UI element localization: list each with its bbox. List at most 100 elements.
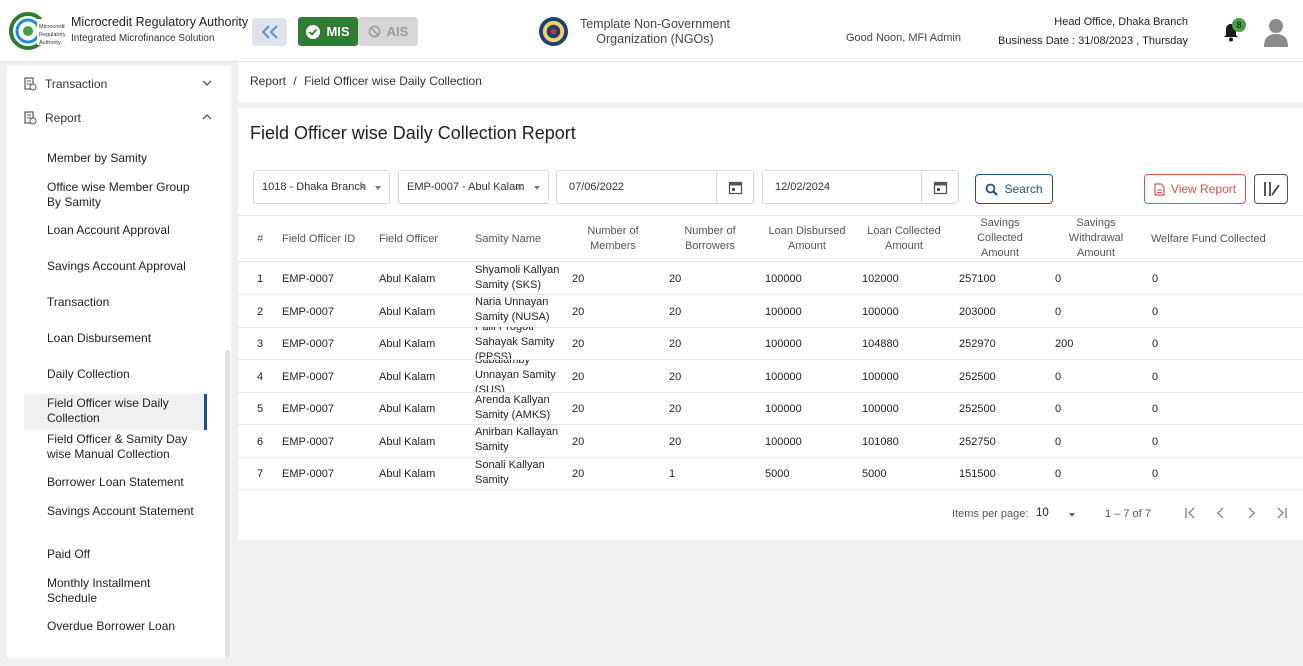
savings-withdrawal: 0 xyxy=(1055,436,1062,448)
sidebar-item-field-officer-wise-daily-collection[interactable]: Field Officer wise Daily Collection xyxy=(47,396,199,426)
sidebar-item-savings-account-approval[interactable]: Savings Account Approval xyxy=(47,259,199,274)
members-count: 20 xyxy=(572,338,585,350)
samity-name: Arenda Kallyan Samity (AMKS) xyxy=(475,394,551,421)
dropdown-arrow-icon xyxy=(534,186,540,190)
sidebar-item-daily-collection[interactable]: Daily Collection xyxy=(47,367,199,382)
clear-icon[interactable]: × xyxy=(359,180,366,194)
welfare-fund: 0 xyxy=(1152,338,1159,350)
to-date-field[interactable]: 12/02/2024 xyxy=(762,170,959,204)
chevron-right-icon xyxy=(1248,507,1255,519)
table-row[interactable]: 1 EMP-0007 Abul Kalam Shyamoli Kallyan S… xyxy=(238,262,1303,295)
pdf-icon xyxy=(1154,182,1165,196)
table-row[interactable]: 4 EMP-0007 Abul Kalam Sabalamby Unnayan … xyxy=(238,360,1303,393)
sidebar-group-report[interactable]: Report xyxy=(23,107,213,129)
user-avatar-icon[interactable] xyxy=(1263,17,1289,47)
sidebar-item-transaction[interactable]: Transaction xyxy=(47,295,199,310)
to-date-calendar-button[interactable] xyxy=(921,171,958,203)
savings-collected: 151500 xyxy=(959,468,996,480)
sidebar-item-monthly-installment-schedule[interactable]: Monthly Installment Schedule xyxy=(47,576,199,606)
breadcrumb-parent-link[interactable]: Report xyxy=(250,74,286,88)
loan-collected: 100000 xyxy=(862,371,899,383)
table-row[interactable]: 7 EMP-0007 Abul Kalam Sonali Kallyan Sam… xyxy=(238,457,1303,490)
column-header[interactable]: Field Officer ID xyxy=(282,232,355,247)
mis-toggle-button[interactable]: MIS xyxy=(298,17,358,46)
savings-collected: 252970 xyxy=(959,338,996,350)
sidebar-item-loan-account-approval[interactable]: Loan Account Approval xyxy=(47,223,199,238)
sidebar-group-transaction[interactable]: Transaction xyxy=(23,73,213,95)
sidebar-item-loan-disbursement[interactable]: Loan Disbursement xyxy=(47,331,199,346)
field-officer-name: Abul Kalam xyxy=(379,306,436,318)
samity-name: Sabalamby Unnayan Samity (SUS) xyxy=(475,360,556,393)
sidebar-scrollbar[interactable] xyxy=(225,350,230,658)
column-header[interactable]: Savings Collected Amount xyxy=(964,216,1036,261)
search-button[interactable]: Search xyxy=(975,174,1053,204)
welfare-fund: 0 xyxy=(1152,306,1159,318)
savings-collected: 257100 xyxy=(959,273,996,285)
table-row[interactable]: 6 EMP-0007 Abul Kalam Anirban Kallayan S… xyxy=(238,425,1303,458)
row-index: 4 xyxy=(257,371,264,383)
loan-disbursed: 5000 xyxy=(765,468,790,480)
members-count: 20 xyxy=(572,403,585,415)
sidebar-item-field-officer-samity-day-wise[interactable]: Field Officer & Samity Day wise Manual C… xyxy=(47,432,199,462)
dropdown-arrow-icon xyxy=(375,186,381,190)
calendar-icon xyxy=(933,181,947,194)
column-header[interactable]: Loan Collected Amount xyxy=(861,224,947,254)
double-chevron-left-icon xyxy=(261,25,278,39)
samity-name: Palli Progoti Sahayak Samity (PPSS) xyxy=(475,327,555,360)
column-header: # xyxy=(257,233,264,245)
loan-collected: 5000 xyxy=(862,468,887,480)
next-page-button[interactable] xyxy=(1242,504,1260,522)
branch-select[interactable]: 1018 - Dhaka Branch × xyxy=(253,170,390,204)
document-icon xyxy=(24,111,37,125)
column-header[interactable]: Savings Withdrawal Amount xyxy=(1056,216,1136,261)
sidebar-item-overdue-borrower-loan[interactable]: Overdue Borrower Loan xyxy=(47,619,199,634)
members-count: 20 xyxy=(572,371,585,383)
sidebar-item-office-wise-member-group[interactable]: Office wise Member Group By Samity xyxy=(47,180,199,210)
savings-withdrawal: 0 xyxy=(1055,403,1062,415)
column-header[interactable]: Samity Name xyxy=(475,232,541,247)
brand-title: Microcredit Regulatory Authority xyxy=(71,15,249,29)
column-header[interactable]: Field Officer xyxy=(379,232,438,247)
column-settings-button[interactable] xyxy=(1254,174,1288,204)
sidebar-item-savings-account-statement[interactable]: Savings Account Statement xyxy=(47,504,199,519)
table-row[interactable]: 3 EMP-0007 Abul Kalam Palli Progoti Saha… xyxy=(238,327,1303,360)
sidebar-group-label: Report xyxy=(45,111,82,125)
sidebar-item-member-by-samity[interactable]: Member by Samity xyxy=(47,151,199,166)
members-count: 20 xyxy=(572,273,585,285)
sidebar-item-paid-off[interactable]: Paid Off xyxy=(47,547,199,562)
column-header[interactable]: Number of Members xyxy=(575,224,651,254)
dropdown-arrow-icon[interactable] xyxy=(1069,513,1075,517)
organization-name: Template Non-Government Organization (NG… xyxy=(574,17,736,47)
column-header[interactable]: Welfare Fund Collected xyxy=(1151,232,1266,247)
field-officer-select[interactable]: EMP-0007 - Abul Kalam × xyxy=(398,170,549,204)
column-header[interactable]: Loan Disbursed Amount xyxy=(764,224,850,254)
page-size-select[interactable]: 10 xyxy=(1036,507,1049,519)
from-date-field[interactable]: 07/06/2022 xyxy=(556,170,754,204)
sidebar-collapse-button[interactable] xyxy=(252,18,287,46)
field-officer-id: EMP-0007 xyxy=(282,468,334,480)
borrowers-count: 1 xyxy=(669,468,676,480)
first-page-button[interactable] xyxy=(1182,504,1200,522)
table-row[interactable]: 5 EMP-0007 Abul Kalam Arenda Kallyan Sam… xyxy=(238,392,1303,425)
from-date-calendar-button[interactable] xyxy=(716,171,753,203)
branch-select-value: 1018 - Dhaka Branch xyxy=(262,181,366,193)
clear-icon[interactable]: × xyxy=(516,180,523,194)
field-officer-name: Abul Kalam xyxy=(379,338,436,350)
row-index: 2 xyxy=(257,306,264,318)
table-row[interactable]: 2 EMP-0007 Abul Kalam Naria Unnayan Sami… xyxy=(238,295,1303,328)
row-index: 7 xyxy=(257,468,264,480)
field-officer-select-value: EMP-0007 - Abul Kalam xyxy=(407,181,525,193)
samity-name: Naria Unnayan Samity (NUSA) xyxy=(475,296,550,323)
first-page-icon xyxy=(1185,507,1195,519)
savings-withdrawal: 200 xyxy=(1055,338,1074,350)
loan-disbursed: 100000 xyxy=(765,273,802,285)
check-circle-icon xyxy=(306,24,321,39)
ais-toggle-button[interactable]: AIS xyxy=(358,17,418,46)
last-page-button[interactable] xyxy=(1272,504,1290,522)
sidebar-item-borrower-loan-statement[interactable]: Borrower Loan Statement xyxy=(47,475,199,490)
previous-page-button[interactable] xyxy=(1212,504,1230,522)
column-header[interactable]: Number of Borrowers xyxy=(674,224,746,254)
welfare-fund: 0 xyxy=(1152,403,1159,415)
view-report-button[interactable]: View Report xyxy=(1144,174,1246,204)
welfare-fund: 0 xyxy=(1152,371,1159,383)
